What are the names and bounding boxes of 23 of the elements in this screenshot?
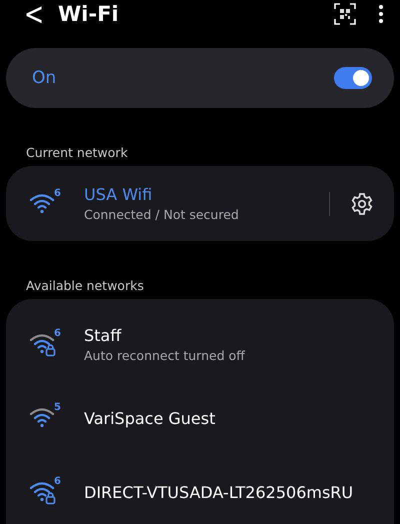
section-heading: Available networks [26,278,144,293]
network-name: USA Wifi [84,185,154,204]
network-name: Staff [84,326,123,344]
section-heading: Current network [26,145,128,160]
network-item[interactable]: 6 USA Wifi Connected / Not secured [6,166,394,241]
band-label: 6 [54,188,61,198]
network-item[interactable]: 6 Staff Auto reconnect turned off [6,307,394,381]
more-options-icon[interactable] [378,4,384,24]
band-label: 5 [54,402,61,413]
network-name: VariSpace Guest [84,408,216,428]
back-button[interactable]: < [24,0,58,32]
network-item[interactable]: 5 VariSpace Guest [6,381,394,455]
band-label: 6 [54,476,61,487]
network-name: DIRECT-VTUSADA-LT262506msRU [84,482,354,502]
network-item[interactable]: 6 DIRECT-VTUSADA-LT262506msRU [6,455,394,524]
band-label: 6 [54,328,61,339]
wifi-toggle[interactable] [334,67,372,89]
toggle-label: On [32,68,56,88]
settings-icon[interactable] [350,192,374,216]
page-title: Wi-Fi [58,2,120,26]
network-status: Connected / Not secured [84,207,240,222]
network-status: Auto reconnect turned off [84,348,246,362]
qr-code-icon[interactable] [334,3,356,25]
